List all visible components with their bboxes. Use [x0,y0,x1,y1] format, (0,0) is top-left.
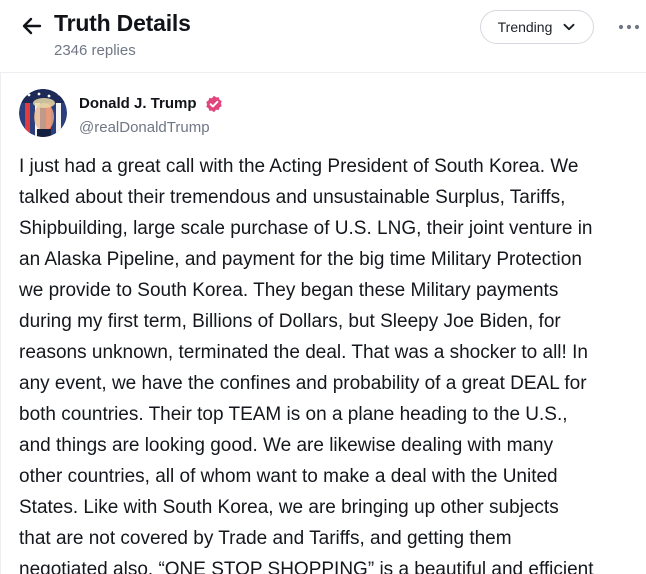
post-text-line: other countries, all of whom want to mak… [19,466,558,487]
verified-badge-icon [206,95,222,113]
author-name[interactable]: Donald J. Trump [79,95,197,112]
post-text: I just had a great call with the Acting … [19,151,646,574]
post-text-line: talked about their tremendous and unsust… [19,187,566,208]
post-text-line: I just had a great call with the Acting … [19,156,579,177]
post-text-line: both countries. Their top TEAM is on a p… [19,404,568,425]
arrow-left-icon [22,17,42,35]
post-text-line: and things are looking good. We are like… [19,435,554,456]
post-text-line: negotiated also. “ONE STOP SHOPPING” is … [19,559,594,574]
page-header: Truth Details 2346 replies Trending [0,0,646,72]
back-button[interactable] [18,12,46,40]
page-title: Truth Details [54,10,191,36]
post-text-line: any event, we have the confines and prob… [19,373,587,394]
reply-count: 2346 replies [54,42,136,59]
sort-dropdown[interactable]: Trending [480,10,594,44]
post-text-line: Shipbuilding, large scale purchase of U.… [19,218,593,239]
more-horizontal-icon [618,24,640,30]
post-text-line: that are not covered by Trade and Tariff… [19,528,512,549]
post-text-line: reasons unknown, terminated the deal. Th… [19,342,588,363]
avatar[interactable] [19,89,67,137]
chevron-down-icon [563,23,575,31]
post-text-line: we provide to South Korea. They began th… [19,280,559,301]
post-text-line: an Alaska Pipeline, and payment for the … [19,249,582,270]
author-handle[interactable]: @realDonaldTrump [79,119,210,136]
post-text-line: during my first term, Billions of Dollar… [19,311,561,332]
truth-post: Donald J. Trump @realDonaldTrump I just … [0,72,646,574]
sort-label: Trending [497,19,553,35]
truth-details-page: Truth Details 2346 replies Trending Dona… [0,0,646,574]
more-options-button[interactable] [616,16,642,38]
post-text-line: States. Like with South Korea, we are br… [19,497,559,518]
